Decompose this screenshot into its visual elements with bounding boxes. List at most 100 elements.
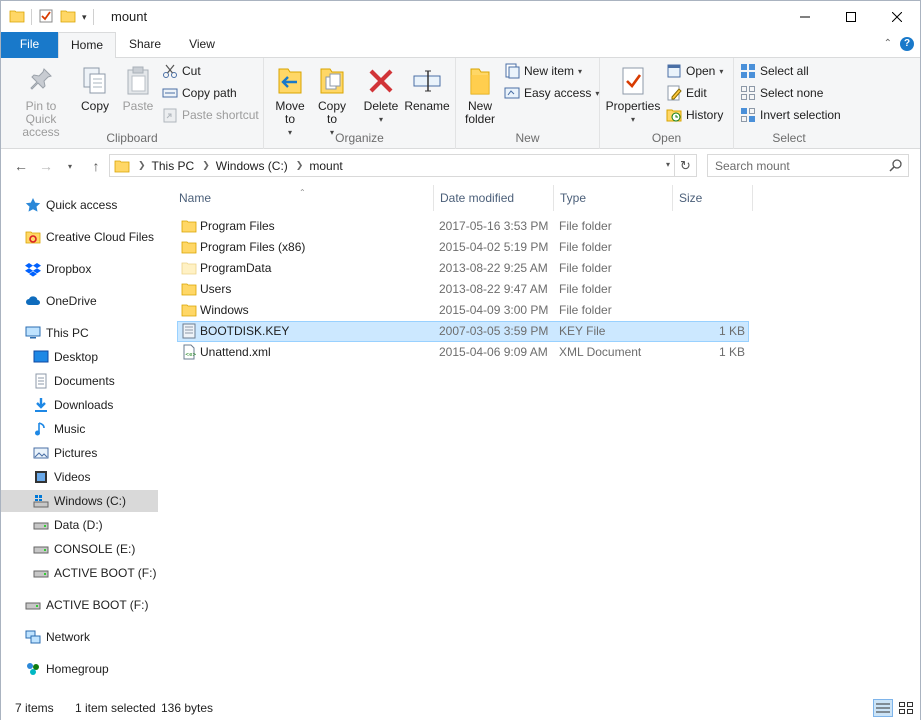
nav-downloads[interactable]: Downloads (1, 394, 158, 416)
file-list: Name ⌃ Date modified Type Size Program F… (173, 183, 913, 696)
nav-data-d[interactable]: Data (D:) (1, 514, 158, 536)
pin-to-quick-access-button[interactable]: Pin to Quick access (7, 62, 75, 139)
cut-button[interactable]: Cut (162, 61, 201, 81)
nav-windows-c[interactable]: Windows (C:) (1, 490, 158, 512)
paste-shortcut-button[interactable]: Paste shortcut (162, 105, 259, 125)
nav-documents[interactable]: Documents (1, 370, 158, 392)
nav-desktop[interactable]: Desktop (1, 346, 158, 368)
forward-button[interactable]: → (37, 157, 55, 175)
history-icon (666, 109, 682, 122)
help-icon[interactable]: ? (900, 37, 914, 51)
table-row[interactable]: <e> Unattend.xml 2015-04-06 9:09 AM XML … (177, 342, 749, 363)
nav-console-e[interactable]: CONSOLE (E:) (1, 538, 158, 560)
delete-button[interactable]: Delete ▾ (362, 62, 400, 126)
item-count: 7 items (15, 701, 54, 715)
easy-access-button[interactable]: Easy access ▾ (504, 83, 599, 103)
nav-music[interactable]: Music (1, 418, 158, 440)
nav-onedrive[interactable]: OneDrive (1, 290, 158, 312)
minimize-icon (800, 16, 810, 17)
chevron-down-icon: ▾ (578, 66, 583, 76)
rename-button[interactable]: Rename (404, 62, 450, 113)
customize-qat-icon[interactable]: ▾ (82, 12, 87, 23)
column-header-type[interactable]: Type (554, 185, 673, 211)
breadcrumb-separator[interactable]: ❯ (296, 160, 304, 171)
nav-active-boot-f-sub[interactable]: ACTIVE BOOT (F:) (1, 562, 158, 584)
tab-view[interactable]: View (174, 32, 230, 58)
file-date: 2017-05-16 3:53 PM (439, 219, 549, 233)
nav-quick-access[interactable]: Quick access (1, 194, 158, 216)
paste-button[interactable]: Paste (119, 62, 157, 113)
properties-icon[interactable] (38, 8, 54, 27)
new-folder-icon (462, 62, 498, 100)
new-folder-button[interactable]: New folder (462, 62, 498, 126)
divider (92, 9, 94, 25)
breadcrumb-mount[interactable]: mount (309, 159, 342, 173)
nav-dropbox[interactable]: Dropbox (1, 258, 158, 280)
table-row[interactable]: Windows 2015-04-09 3:00 PM File folder (177, 300, 749, 321)
column-header-date[interactable]: Date modified (434, 185, 554, 211)
select-none-button[interactable]: Select none (740, 83, 823, 103)
nav-creative-cloud-files[interactable]: Creative Cloud Files (1, 226, 158, 248)
recent-locations-button[interactable]: ▾ (61, 157, 79, 175)
address-bar[interactable]: ❯ This PC ❯ Windows (C:) ❯ mount ▾ ↻ (109, 154, 697, 177)
folder-hidden-icon (181, 260, 197, 276)
folder-icon (181, 239, 197, 255)
nav-pictures[interactable]: Pictures (1, 442, 158, 464)
nav-homegroup[interactable]: Homegroup (1, 658, 158, 680)
properties-button[interactable]: Properties ▾ (604, 62, 662, 126)
table-row[interactable]: ProgramData 2013-08-22 9:25 AM File fold… (177, 258, 749, 279)
select-all-button[interactable]: Select all (740, 61, 809, 81)
edit-button[interactable]: Edit (666, 83, 707, 103)
invert-selection-button[interactable]: Invert selection (740, 105, 841, 125)
copy-button[interactable]: Copy (77, 62, 113, 113)
copy-to-button[interactable]: Copy to ▾ (314, 62, 350, 139)
up-button[interactable]: ↑ (87, 157, 105, 175)
close-button[interactable] (874, 1, 920, 32)
history-button[interactable]: History (666, 105, 723, 125)
tab-home[interactable]: Home (58, 32, 116, 59)
back-button[interactable]: ← (12, 157, 30, 175)
copy-path-button[interactable]: Copy path (162, 83, 237, 103)
group-label: Organize (335, 131, 384, 145)
nav-this-pc[interactable]: This PC (1, 322, 158, 344)
move-to-button[interactable]: Move to ▾ (272, 62, 308, 139)
copy-path-icon (162, 88, 178, 98)
column-header-name[interactable]: Name ⌃ (173, 185, 434, 211)
new-folder-icon[interactable] (60, 8, 76, 27)
nav-active-boot-f[interactable]: ACTIVE BOOT (F:) (1, 594, 158, 616)
file-date: 2007-03-05 3:59 PM (439, 324, 549, 338)
breadcrumb-this-pc[interactable]: This PC (152, 159, 195, 173)
refresh-icon[interactable]: ↻ (674, 155, 696, 176)
breadcrumb-windows-c[interactable]: Windows (C:) (216, 159, 288, 173)
close-icon (892, 11, 902, 22)
maximize-button[interactable] (828, 1, 874, 32)
new-item-button[interactable]: New item ▾ (504, 61, 582, 81)
tab-file[interactable]: File (1, 32, 58, 58)
file-type: File folder (559, 219, 612, 233)
details-view-button[interactable] (873, 699, 893, 717)
open-icon (667, 64, 681, 78)
breadcrumb-separator[interactable]: ❯ (138, 160, 146, 171)
move-to-icon (272, 62, 308, 100)
table-row[interactable]: BOOTDISK.KEY 2007-03-05 3:59 PM KEY File… (177, 321, 749, 342)
table-row[interactable]: Program Files (x86) 2015-04-02 5:19 PM F… (177, 237, 749, 258)
copy-icon (77, 62, 113, 100)
chevron-up-icon[interactable]: ⌃ (884, 38, 892, 49)
minimize-button[interactable] (782, 1, 828, 32)
table-row[interactable]: Program Files 2017-05-16 3:53 PM File fo… (177, 216, 749, 237)
nav-network[interactable]: Network (1, 626, 158, 648)
table-row[interactable]: Users 2013-08-22 9:47 AM File folder (177, 279, 749, 300)
breadcrumb-separator[interactable]: ❯ (202, 160, 210, 171)
windows-drive-icon (33, 493, 49, 509)
maximize-icon (846, 11, 856, 22)
file-type: File folder (559, 282, 612, 296)
chevron-down-icon[interactable]: ▾ (666, 160, 670, 169)
paste-shortcut-icon (163, 108, 177, 123)
open-button[interactable]: Open ▾ (666, 61, 723, 81)
large-icons-view-button[interactable] (896, 699, 916, 717)
tab-share[interactable]: Share (116, 32, 174, 58)
search-input[interactable] (715, 158, 885, 173)
nav-videos[interactable]: Videos (1, 466, 158, 488)
column-header-size[interactable]: Size (673, 185, 753, 211)
search-icon[interactable] (889, 158, 903, 175)
